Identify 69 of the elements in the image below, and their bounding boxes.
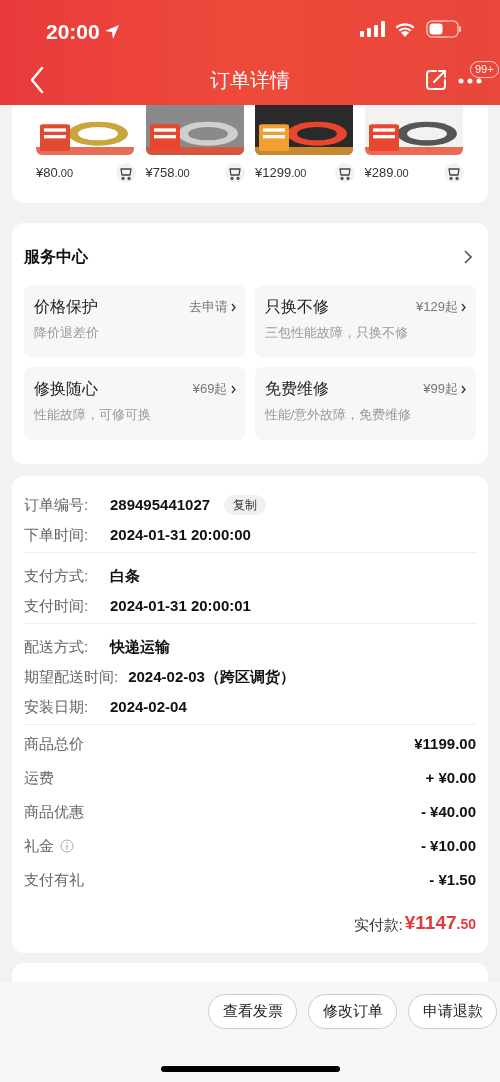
service-action[interactable]: ¥69起 — [192, 379, 236, 399]
page-title: 订单详情 — [210, 68, 290, 93]
service-name: 价格保护 — [34, 297, 98, 317]
info-value: 2024-02-04 — [110, 696, 187, 717]
service-name: 修换随心 — [34, 379, 98, 399]
chevron-right-icon — [461, 302, 466, 312]
section-title: 服务中心 — [24, 247, 88, 267]
service-description: 三包性能故障，只换不修 — [264, 324, 409, 342]
info-value: 2024-01-31 20:00:00 — [110, 524, 251, 545]
info-value: 289495441027 — [110, 494, 211, 515]
info-label: 订单编号: — [24, 494, 90, 515]
info-label: 支付时间: — [24, 595, 90, 616]
amount-value: - ¥40.00 — [420, 801, 476, 822]
service-description: 性能故障，可修可换 — [34, 406, 152, 424]
share-icon[interactable] — [424, 68, 448, 92]
more-icon[interactable] — [458, 78, 482, 84]
service-name: 只换不修 — [264, 297, 329, 317]
info-value: 2024-01-31 20:00:01 — [110, 595, 251, 616]
service-tile[interactable]: 修换随心 ¥69起 性能故障，可修可换 — [24, 367, 246, 440]
service-description: 性能/意外故障，免费维修 — [264, 406, 413, 424]
info-label: 安装日期: — [24, 696, 90, 717]
service-name: 免费维修 — [264, 379, 329, 399]
amount-label: 支付有礼 — [24, 869, 84, 890]
product-price: ¥289.00 — [364, 164, 409, 183]
product-price: ¥758.00 — [145, 164, 190, 183]
total-amount: ¥1147.50 — [404, 910, 476, 935]
amount-label: 商品优惠 — [24, 801, 84, 822]
total-label: 实付款: — [353, 914, 403, 935]
cart-icon[interactable] — [115, 163, 136, 183]
action-button[interactable]: 修改订单 — [308, 994, 397, 1029]
amount-value: + ¥0.00 — [425, 767, 476, 788]
status-time: 20:00 — [46, 19, 100, 45]
service-tile[interactable]: 只换不修 ¥129起 三包性能故障，只换不修 — [254, 285, 476, 358]
action-button[interactable]: 申请退款 — [408, 994, 497, 1029]
chevron-right-icon — [230, 384, 236, 394]
location-arrow-icon — [103, 23, 120, 40]
chevron-right-icon — [230, 302, 236, 312]
amount-value: - ¥10.00 — [420, 835, 476, 856]
back-icon[interactable] — [30, 66, 44, 94]
info-label: 下单时间: — [24, 524, 90, 545]
info-label: 支付方式: — [24, 565, 90, 586]
action-button[interactable]: 查看发票 — [208, 994, 297, 1029]
info-label: 期望配送时间: — [24, 666, 119, 687]
service-tile[interactable]: 价格保护 去申请 降价退差价 — [24, 285, 246, 358]
amount-label: 商品总价 — [24, 733, 84, 754]
service-action[interactable]: ¥99起 — [423, 379, 466, 399]
service-tile[interactable]: 免费维修 ¥99起 性能/意外故障，免费维修 — [254, 367, 476, 440]
amount-value: ¥1199.00 — [414, 733, 476, 754]
service-description: 降价退差价 — [34, 324, 100, 342]
amount-label: 礼金 — [24, 835, 54, 856]
cart-icon[interactable] — [444, 163, 464, 183]
chevron-right-icon — [461, 384, 466, 394]
service-action[interactable]: ¥129起 — [416, 297, 466, 317]
amount-value: - ¥1.50 — [429, 869, 476, 890]
info-value: 白条 — [110, 565, 140, 586]
wifi-icon — [394, 20, 416, 37]
product-price: ¥1299.00 — [255, 164, 307, 183]
battery-icon — [426, 20, 462, 38]
signal-icon — [360, 21, 386, 37]
cart-icon[interactable] — [225, 163, 245, 183]
copy-button[interactable]: 复制 — [224, 495, 267, 515]
product-price: ¥80.00 — [36, 164, 73, 183]
info-label: 配送方式: — [24, 636, 90, 657]
info-value: 快递运输 — [110, 636, 170, 657]
chevron-right-icon[interactable] — [464, 250, 472, 264]
info-value: 2024-02-03（跨区调货） — [128, 666, 295, 687]
service-action[interactable]: 去申请 — [188, 297, 236, 317]
cart-icon[interactable] — [334, 163, 355, 183]
amount-label: 运费 — [24, 767, 54, 788]
